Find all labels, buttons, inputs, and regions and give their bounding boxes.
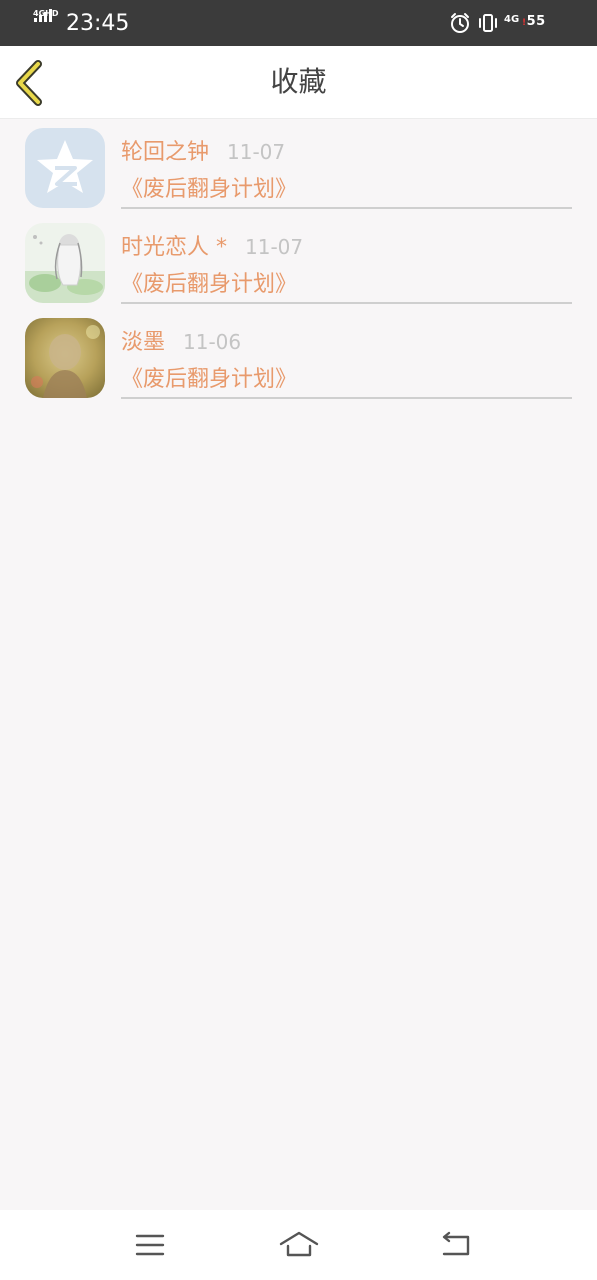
user-name: 淡墨 bbox=[121, 330, 166, 355]
battery-indicator: !55 bbox=[522, 14, 546, 29]
header: 收藏 bbox=[0, 46, 597, 119]
network-type-right: 4G bbox=[504, 14, 520, 25]
status-time: 23:45 bbox=[66, 11, 130, 36]
user-name: 时光恋人 * bbox=[121, 235, 227, 260]
back-arrow-icon bbox=[16, 60, 42, 106]
back-button[interactable] bbox=[12, 60, 52, 106]
page-title: 收藏 bbox=[270, 65, 327, 98]
item-date: 11-06 bbox=[183, 330, 242, 354]
book-title: 《废后翻身计划》 bbox=[121, 272, 298, 297]
qzone-logo-avatar bbox=[25, 128, 105, 208]
home-button[interactable] bbox=[277, 1224, 321, 1264]
item-date: 11-07 bbox=[245, 235, 304, 259]
user-name: 轮回之钟 bbox=[121, 140, 210, 165]
status-bar: 4GHD 23:45 4G !55 bbox=[0, 0, 597, 46]
blurred-photo-avatar bbox=[25, 318, 105, 398]
list-item[interactable]: 淡墨 11-06 《废后翻身计划》 bbox=[0, 308, 597, 403]
book-title: 《废后翻身计划》 bbox=[121, 177, 298, 202]
anime-girl-avatar bbox=[25, 223, 105, 303]
home-icon bbox=[279, 1231, 319, 1257]
list-item[interactable]: 轮回之钟 11-07 《废后翻身计划》 bbox=[0, 118, 597, 213]
book-title: 《废后翻身计划》 bbox=[121, 367, 298, 392]
vibrate-icon bbox=[479, 14, 497, 32]
back-icon bbox=[442, 1231, 470, 1256]
signal-icon: 4GHD bbox=[32, 9, 60, 35]
back-nav-button[interactable] bbox=[434, 1224, 478, 1264]
battery-level: 55 bbox=[526, 14, 546, 29]
menu-icon bbox=[135, 1234, 165, 1256]
menu-button[interactable] bbox=[128, 1224, 172, 1264]
list-item[interactable]: 时光恋人 * 11-07 《废后翻身计划》 bbox=[0, 213, 597, 308]
item-date: 11-07 bbox=[227, 140, 286, 164]
navigation-bar bbox=[0, 1210, 597, 1280]
alarm-icon bbox=[451, 13, 469, 33]
